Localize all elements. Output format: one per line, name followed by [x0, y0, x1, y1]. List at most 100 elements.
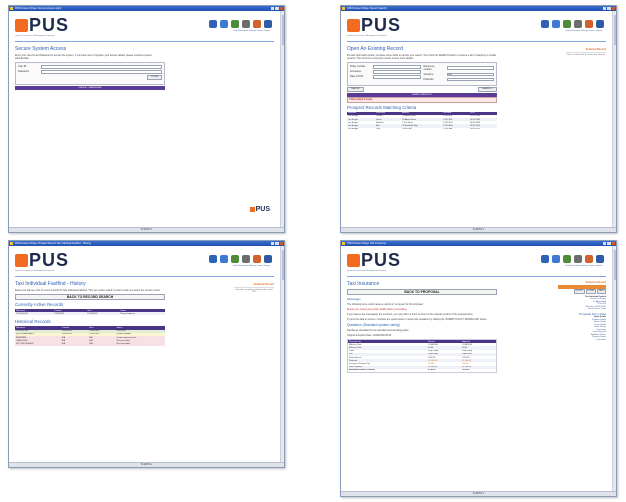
- user-icon[interactable]: [596, 20, 604, 28]
- close-icon[interactable]: [611, 241, 615, 246]
- forename-input[interactable]: [373, 70, 421, 74]
- current-records-table: Reference Created Start Status OPUS-0014…: [15, 309, 165, 316]
- documents-icon[interactable]: [220, 20, 228, 28]
- settings-icon[interactable]: [563, 255, 571, 263]
- contact-icon[interactable]: [585, 255, 593, 263]
- minimize-icon[interactable]: [602, 6, 607, 11]
- tagline: Quote & Insurance Management System: [15, 270, 55, 272]
- icon-links[interactable]: Help Documents Settings Contact Logout: [565, 265, 602, 267]
- reference-input[interactable]: [446, 66, 494, 70]
- intro-text: Below you will see a list of recent reco…: [15, 289, 161, 292]
- table-row: Additional Return Premium £134.00 £134.00: [349, 369, 470, 372]
- vertical-scrollbar[interactable]: [612, 11, 616, 227]
- status-bar: $ 100% ▾: [9, 462, 284, 467]
- maximize-icon[interactable]: [607, 6, 611, 11]
- current-records-heading: Currently Active Records: [15, 302, 64, 307]
- quote-table: Premium Info Normal Adjusted Effective D…: [347, 339, 497, 373]
- maximize-icon[interactable]: [607, 241, 611, 246]
- back-to-proposal-button[interactable]: BACK TO PROPOSAL: [347, 289, 497, 295]
- window-secure-access: OPUS Ascent (Page: Secure Access Login) …: [8, 5, 285, 233]
- window-controls: [270, 6, 283, 11]
- close-icon[interactable]: [279, 241, 283, 246]
- contact-icon[interactable]: [253, 20, 261, 28]
- back-to-record-search-button[interactable]: BACK TO RECORD SEARCH: [15, 294, 165, 300]
- selected-record-panel: Selected Record Click a record in the li…: [566, 48, 606, 56]
- reference-label: Reference number:: [423, 65, 435, 71]
- tagline: Quote & Insurance Management System: [347, 35, 387, 37]
- header-rule: [347, 41, 606, 42]
- documents-icon[interactable]: [552, 255, 560, 263]
- tools-icon[interactable]: [574, 20, 582, 28]
- maximize-icon[interactable]: [275, 6, 279, 11]
- tagline: Quote & Insurance Management System: [15, 35, 55, 37]
- surname-label: Surname:: [423, 72, 434, 76]
- help-icon[interactable]: [209, 255, 217, 263]
- user-icon[interactable]: [596, 255, 604, 263]
- selected-record-heading: Selected Record: [234, 283, 274, 288]
- surname-input[interactable]: Bus: [446, 72, 494, 77]
- app-icon: [10, 7, 13, 10]
- user-icon[interactable]: [264, 20, 272, 28]
- window-title: OPUS Ascent (Page: Record Search): [347, 7, 387, 10]
- historical-records-heading: Historical Records: [15, 319, 51, 325]
- tools-icon[interactable]: [574, 255, 582, 263]
- page-title: Secure System Access: [15, 46, 67, 52]
- selected-record-text: Records can only be selected with a vali…: [235, 288, 273, 293]
- close-record-button[interactable]: CLOSE: [585, 289, 596, 294]
- vertical-scrollbar[interactable]: [280, 246, 284, 462]
- login-button[interactable]: LOGIN: [147, 75, 162, 81]
- tools-icon[interactable]: [242, 20, 250, 28]
- minimize-icon[interactable]: [270, 241, 275, 246]
- user-icon[interactable]: [264, 255, 272, 263]
- maximize-icon[interactable]: [275, 241, 279, 246]
- help-icon[interactable]: [541, 255, 549, 263]
- toolbar-icons: [209, 20, 272, 28]
- documents-icon[interactable]: [220, 255, 228, 263]
- vertical-scrollbar[interactable]: [280, 11, 284, 227]
- message-line: To print the data on screen, complete th…: [347, 318, 488, 321]
- table-row[interactable]: Les Bruges Paul 1 Mill Lane DT10 5AB 01/01/1…: [347, 128, 497, 131]
- tools-icon[interactable]: [242, 255, 250, 263]
- contact-icon[interactable]: [585, 20, 593, 28]
- policy-number-input[interactable]: [373, 65, 421, 69]
- cancel-button[interactable]: CANCEL: [347, 86, 364, 92]
- help-icon[interactable]: [209, 20, 217, 28]
- userid-input[interactable]: [41, 65, 162, 69]
- table-row[interactable]: OPUS-00142 12/08/2009 12/08/2009 Not yet ta…: [15, 312, 165, 316]
- icon-links[interactable]: Help Documents Settings Contact Logout: [233, 265, 270, 267]
- close-icon[interactable]: [611, 6, 615, 11]
- window-record-search: OPUS Ascent (Page: Record Search) PUS Qu…: [340, 5, 617, 233]
- page-content: PUS Quote & Insurance Management System …: [341, 11, 612, 227]
- forename-label: Forename:: [350, 70, 362, 74]
- window-title: OPUS Ascent (Page: Taxi Insurance): [347, 242, 387, 245]
- page-content: PUS Quote & Insurance Management System …: [9, 246, 280, 462]
- postcode-input[interactable]: [446, 77, 494, 82]
- footer-logo: PUS: [250, 206, 270, 213]
- dob-input[interactable]: [373, 75, 421, 79]
- sidebar: Selected Record QUOTE CLOSE NEXT Taxi In…: [558, 281, 606, 342]
- window-controls: [602, 241, 615, 246]
- search-button[interactable]: SEARCH >: [477, 86, 497, 92]
- settings-icon[interactable]: [231, 255, 239, 263]
- icon-links[interactable]: Help Documents Settings Contact Logout: [565, 30, 602, 32]
- help-icon[interactable]: [541, 20, 549, 28]
- close-icon[interactable]: [279, 6, 283, 11]
- header-rule: [15, 276, 274, 277]
- password-input[interactable]: [41, 70, 162, 74]
- toolbar-icons: [209, 255, 272, 263]
- settings-icon[interactable]: [563, 20, 571, 28]
- message-warning[interactable]: Ensure you review your policy details be…: [347, 308, 497, 311]
- table-row[interactable]: NOT PROCEEDED N/A N/A Not proceeded: [15, 342, 165, 346]
- minimize-icon[interactable]: [270, 6, 275, 11]
- dob-label: Date of birth:: [350, 75, 364, 79]
- icon-links[interactable]: Help Documents Settings Contact Logout: [233, 30, 270, 32]
- status-strip: USER ID / PASSWORD: [15, 85, 165, 90]
- sidebar-item[interactable]: Declaration: [558, 339, 606, 342]
- contact-icon[interactable]: [253, 255, 261, 263]
- minimize-icon[interactable]: [602, 241, 607, 246]
- quote-button[interactable]: QUOTE: [573, 289, 585, 294]
- settings-icon[interactable]: [231, 20, 239, 28]
- vertical-scrollbar[interactable]: [612, 246, 616, 491]
- documents-icon[interactable]: [552, 20, 560, 28]
- next-button[interactable]: NEXT: [596, 289, 606, 294]
